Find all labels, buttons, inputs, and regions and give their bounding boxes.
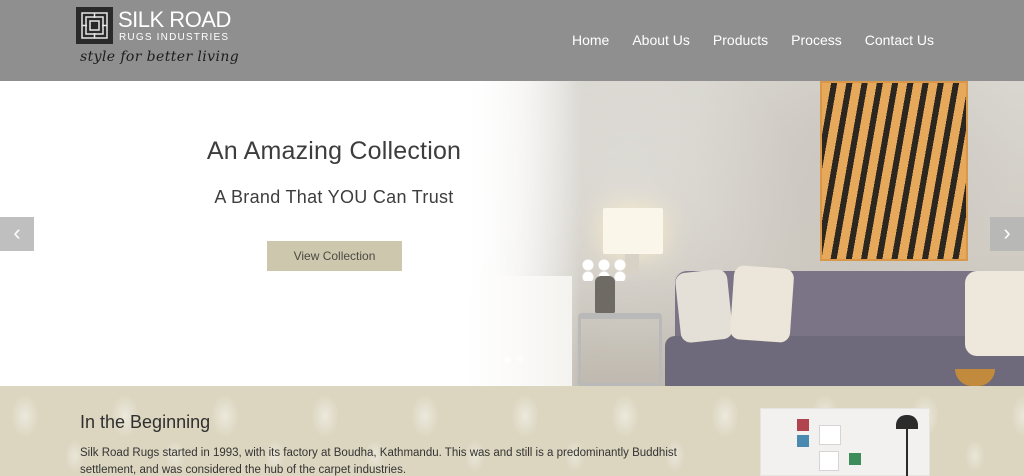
carousel-prev-button[interactable]: ‹ bbox=[0, 217, 34, 251]
hero-title: An Amazing Collection bbox=[206, 137, 462, 165]
carousel-next-button[interactable]: › bbox=[990, 217, 1024, 251]
pillow bbox=[674, 268, 734, 344]
brand-logo[interactable]: SILK ROAD RUGS INDUSTRIES style for bett… bbox=[76, 7, 240, 77]
hero-carousel: An Amazing Collection A Brand That YOU C… bbox=[0, 81, 1024, 386]
brand-subtitle: RUGS INDUSTRIES bbox=[119, 32, 230, 43]
nav-item-home[interactable]: Home bbox=[572, 31, 609, 49]
throw-blanket bbox=[965, 271, 1024, 356]
section-image bbox=[760, 408, 930, 476]
carousel-dot[interactable] bbox=[504, 356, 511, 363]
chevron-right-icon: › bbox=[1003, 220, 1011, 245]
pillow bbox=[729, 264, 795, 344]
logo-mark-icon bbox=[76, 7, 113, 44]
nav-item-contact-us[interactable]: Contact Us bbox=[865, 31, 934, 49]
chevron-left-icon: ‹ bbox=[13, 220, 21, 245]
nav-item-process[interactable]: Process bbox=[791, 31, 842, 49]
nav-item-products[interactable]: Products bbox=[713, 31, 768, 49]
carousel-indicators bbox=[504, 356, 524, 363]
section-body: Silk Road Rugs started in 1993, with its… bbox=[80, 447, 677, 476]
main-nav: Home About Us Products Process Contact U… bbox=[549, 31, 934, 49]
view-collection-button[interactable]: View Collection bbox=[267, 241, 402, 271]
zebra-wall-art bbox=[820, 81, 968, 261]
brand-name: SILK ROAD bbox=[118, 7, 231, 32]
hero-subtitle: A Brand That YOU Can Trust bbox=[214, 187, 454, 207]
about-section: In the Beginning Silk Road Rugs started … bbox=[0, 386, 1024, 476]
hero-caption: An Amazing Collection A Brand That YOU C… bbox=[0, 81, 668, 386]
brand-tagline: style for better living bbox=[80, 49, 240, 65]
site-header: SILK ROAD RUGS INDUSTRIES style for bett… bbox=[0, 0, 1024, 81]
nav-item-about-us[interactable]: About Us bbox=[632, 31, 690, 49]
carousel-dot[interactable] bbox=[517, 356, 524, 363]
section-title: In the Beginning bbox=[80, 412, 211, 432]
